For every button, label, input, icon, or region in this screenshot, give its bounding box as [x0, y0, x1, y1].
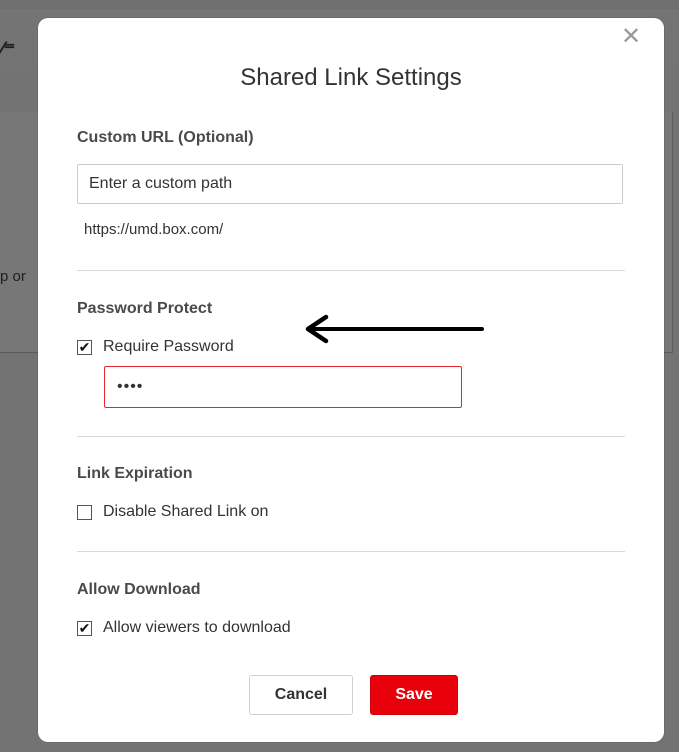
allow-download-label: Allow Download [77, 581, 201, 598]
dialog-title: Shared Link Settings [240, 64, 462, 91]
divider [77, 270, 625, 271]
allow-download-row[interactable]: ✔ Allow viewers to download [77, 619, 291, 637]
save-button[interactable]: Save [370, 675, 458, 715]
divider [77, 436, 625, 437]
disable-shared-link-row[interactable]: Disable Shared Link on [77, 503, 268, 521]
shared-link-settings-dialog: ✕ Shared Link Settings Custom URL (Optio… [38, 18, 664, 742]
custom-path-input[interactable] [77, 164, 623, 204]
require-password-label: Require Password [103, 338, 234, 355]
divider [77, 551, 625, 552]
edit-icon: ⁄⁼ [0, 37, 16, 62]
disable-shared-link-label: Disable Shared Link on [103, 503, 269, 520]
background-snippet-text: p or [0, 268, 26, 285]
allow-download-checkbox[interactable]: ✔ [77, 620, 92, 636]
password-protect-label: Password Protect [77, 300, 213, 317]
cancel-button[interactable]: Cancel [249, 675, 353, 715]
password-input[interactable]: •••• [104, 366, 462, 408]
url-prefix-text: https://umd.box.com/ [84, 221, 224, 238]
require-password-checkbox[interactable]: ✔ [77, 339, 92, 355]
allow-download-label-text: Allow viewers to download [103, 619, 291, 636]
require-password-row[interactable]: ✔ Require Password [77, 338, 234, 356]
close-icon[interactable]: ✕ [620, 25, 642, 49]
disable-shared-link-checkbox[interactable] [77, 504, 92, 520]
link-expiration-label: Link Expiration [77, 465, 193, 482]
custom-url-label: Custom URL (Optional) [77, 129, 254, 146]
annotation-arrow-icon [305, 314, 484, 344]
